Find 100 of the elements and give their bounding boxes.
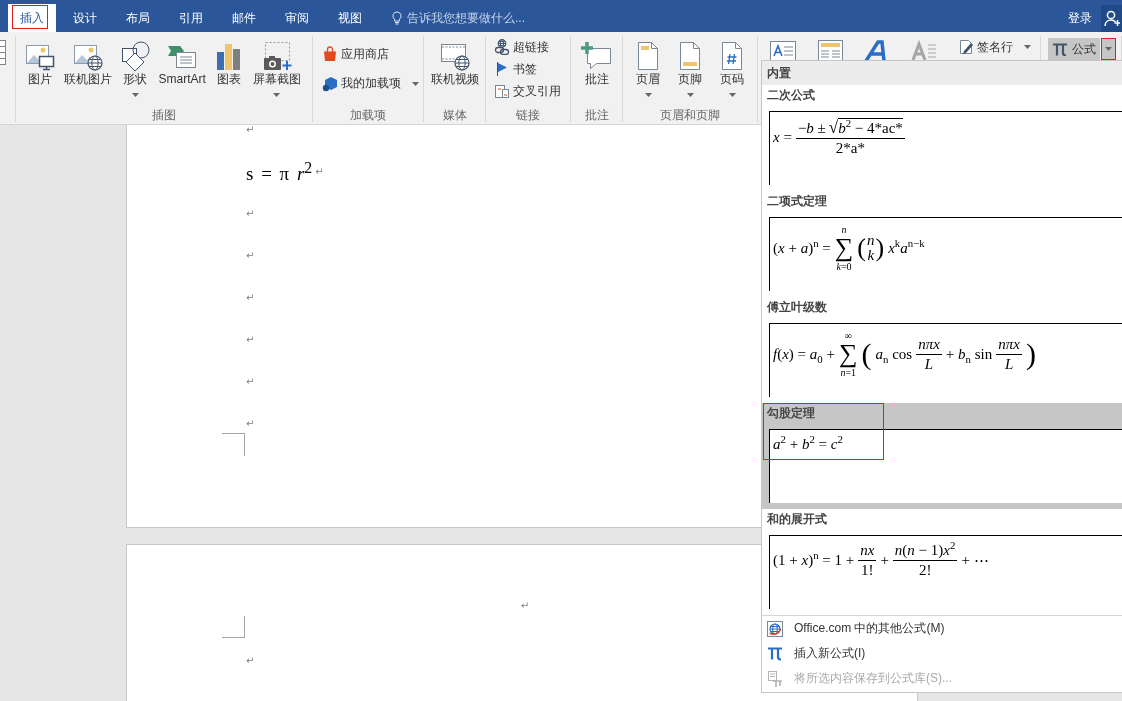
- radical-sign: √: [828, 118, 839, 137]
- math-text: (x + a)$^{n}$ =: [773, 239, 831, 257]
- document-page-icon[interactable]: [816, 38, 844, 60]
- math-text: 2!: [918, 562, 932, 579]
- group-label: 链接: [516, 108, 540, 122]
- group-label: 页眉和页脚: [660, 108, 720, 122]
- math-text: L: [1004, 355, 1014, 373]
- text-box-icon[interactable]: [769, 38, 797, 60]
- ribbon-tab[interactable]: 引用: [167, 4, 215, 32]
- ribbon-button[interactable]: 图片: [24, 36, 56, 86]
- caret-icon: [644, 93, 652, 97]
- ribbon-button[interactable]: 我的加载项: [321, 72, 420, 95]
- math-bracket: (: [861, 337, 872, 371]
- dropdown-arrow-button[interactable]: [1101, 38, 1116, 60]
- ribbon-button[interactable]: SmartArt: [158, 36, 206, 86]
- math-text: n: [867, 233, 875, 248]
- equation-title: 傅立叶级数: [767, 299, 827, 316]
- paragraph-mark: ↵: [246, 250, 255, 262]
- shopping-bag-icon: [322, 46, 338, 63]
- crop-mark: [222, 433, 245, 456]
- caret-icon: [1024, 45, 1031, 49]
- equation-title: 勾股定理: [767, 405, 815, 422]
- shapes-icon: [119, 40, 151, 72]
- equation-text: s = π r$^{2}$: [246, 158, 313, 186]
- math-text: nx: [860, 542, 875, 559]
- ribbon-button[interactable]: 书签: [493, 58, 538, 80]
- section-header: 内置: [762, 61, 1122, 85]
- pi-icon: [1052, 42, 1068, 56]
- math-text: x$^{k}$a$^{n−k}$: [888, 239, 925, 257]
- account-button[interactable]: [1101, 4, 1122, 32]
- paragraph-mark: ↵: [315, 166, 324, 178]
- crop-mark: [222, 616, 245, 638]
- paragraph-mark: ↵: [246, 418, 255, 430]
- ribbon-tab[interactable]: 邮件: [220, 4, 268, 32]
- paragraph-mark: ↵: [246, 208, 255, 220]
- ribbon-button[interactable]: 图表: [213, 36, 246, 86]
- menu-item[interactable]: 插入新公式(I): [762, 641, 1122, 666]
- math-text: nπx: [998, 335, 1020, 353]
- lightbulb-icon: [392, 11, 402, 25]
- math-text: 2*a*: [835, 140, 865, 157]
- math-text: a$^{2}$ + b$^{2}$ = c$^{2}$: [773, 436, 843, 453]
- caret-icon: [131, 93, 139, 97]
- person-add-icon: [1103, 10, 1120, 26]
- sign-in-link[interactable]: 登录: [1068, 9, 1092, 27]
- ribbon-button[interactable]: 应用商店: [321, 43, 390, 66]
- group-label: 媒体: [442, 108, 467, 122]
- comment-add-icon: [580, 40, 613, 72]
- math-text: −b ±: [797, 120, 826, 137]
- ribbon-button[interactable]: 联机图片: [63, 36, 112, 86]
- caret-icon: [273, 93, 281, 97]
- pi-icon: [767, 645, 783, 662]
- paragraph-mark: ↵: [520, 600, 530, 612]
- menu-item[interactable]: Office.com 中的其他公式(M): [762, 616, 1122, 641]
- ribbon-tab[interactable]: 布局: [114, 4, 162, 32]
- math-text: 1!: [861, 562, 874, 579]
- link-globe-icon: [494, 39, 510, 55]
- paragraph-mark: ↵: [246, 376, 255, 388]
- cross-reference-icon: [494, 83, 510, 99]
- math-text: f(x) = a$_{0}$ +: [773, 345, 835, 363]
- ribbon-button[interactable]: 联机视频: [430, 36, 479, 86]
- ribbon-tab[interactable]: 审阅: [273, 4, 321, 32]
- equation-button[interactable]: 公式: [1048, 38, 1100, 60]
- equation-title: 二次公式: [767, 87, 815, 104]
- paragraph-mark: ↵: [246, 334, 255, 346]
- ribbon-button[interactable]: 超链接: [493, 36, 550, 58]
- ribbon-button[interactable]: 签名行: [957, 36, 1032, 58]
- signature-pen-icon: [958, 39, 974, 55]
- math-text: + b$_{n}$ sin: [945, 345, 993, 363]
- caret-icon: [686, 93, 694, 97]
- math-text: b$^{2}$ − 4*ac*: [838, 118, 903, 137]
- caret-icon: [728, 93, 736, 97]
- equation-gallery-item[interactable]: 二次公式 x = −b ± √b$^{2}$ − 4*ac* 2*a*: [762, 85, 1122, 191]
- ribbon-button[interactable]: 页脚: [674, 36, 706, 97]
- ribbon-tab[interactable]: 设计: [61, 4, 109, 32]
- flag-icon: [494, 61, 510, 77]
- equation-gallery-item[interactable]: 勾股定理 a$^{2}$ + b$^{2}$ = c$^{2}$: [762, 403, 1122, 509]
- math-text: n: [841, 224, 847, 235]
- ribbon-tab[interactable]: 插入: [8, 4, 56, 32]
- page-pi-icon: [767, 670, 783, 687]
- math-text: (1 + x)$^{n}$ = 1 +: [773, 552, 855, 569]
- group-label: 插图: [152, 108, 176, 122]
- caret-icon: [412, 81, 419, 86]
- math-text: L: [924, 355, 934, 373]
- math-text: a$_{n}$ cos: [875, 345, 913, 363]
- math-text: x =: [773, 129, 792, 146]
- tell-me-field[interactable]: 告诉我您想要做什么...: [407, 10, 531, 26]
- math-bracket: ): [875, 233, 885, 263]
- math-text: nπx: [918, 335, 940, 353]
- ribbon-button[interactable]: 页码: [716, 36, 748, 97]
- cube-icon: [322, 75, 338, 92]
- ribbon-tab[interactable]: 视图: [326, 4, 374, 32]
- ribbon-button[interactable]: 页眉: [632, 36, 664, 97]
- ribbon-button[interactable]: 交叉引用: [493, 80, 562, 102]
- ribbon-button[interactable]: 形状: [119, 36, 151, 97]
- ribbon-button[interactable]: 屏幕截图: [252, 36, 301, 97]
- caret-icon: [1105, 47, 1112, 51]
- math-bracket: (: [857, 233, 866, 263]
- group-label: 批注: [584, 108, 609, 122]
- ribbon-button[interactable]: 批注: [580, 36, 613, 86]
- math-text: + ⋯: [961, 552, 989, 569]
